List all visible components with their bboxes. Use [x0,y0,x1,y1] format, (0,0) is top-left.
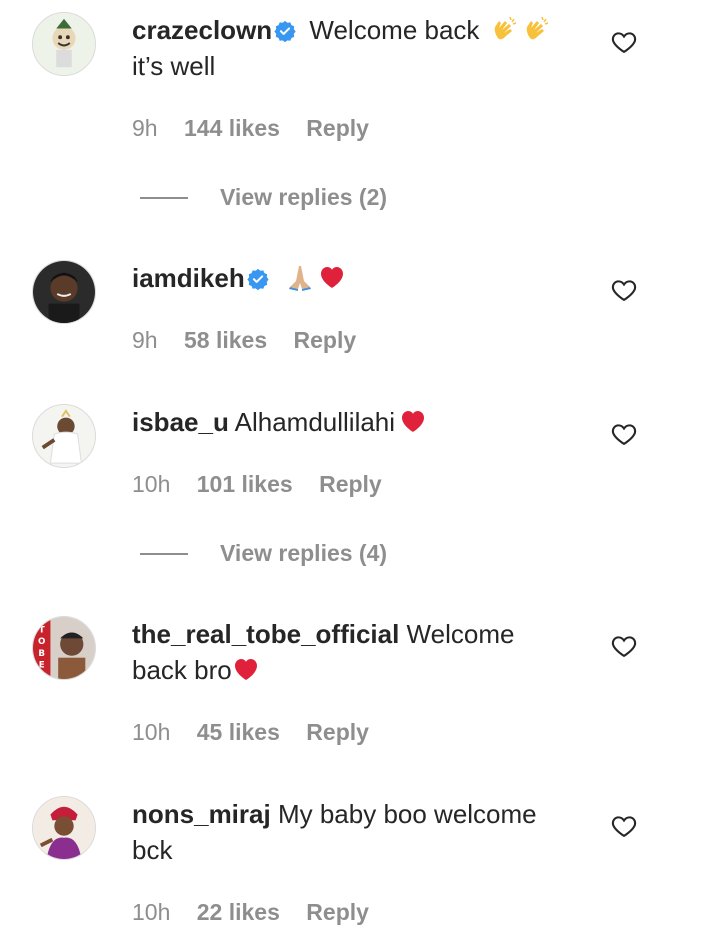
likes-count[interactable]: 58 likes [184,327,267,353]
reply-button[interactable]: Reply [294,327,357,353]
likes-count[interactable]: 22 likes [197,899,280,925]
clapping-hands-icon [523,15,551,43]
comment-body: crazeclown Welcome back it’s well [132,12,582,84]
svg-text:B: B [38,649,45,659]
comment-text: Alhamdullilahi [234,407,396,437]
svg-text:E: E [39,660,45,670]
avatar[interactable] [32,404,96,468]
heart-outline-icon[interactable] [610,276,638,304]
avatar[interactable] [32,260,96,324]
username[interactable]: isbae_u [132,407,229,437]
red-heart-icon [318,263,346,291]
username[interactable]: nons_miraj [132,799,271,829]
folded-hands-icon [286,263,314,291]
comment-meta: 9h 144 likes Reply [132,114,389,142]
avatar[interactable] [32,796,96,860]
comment-body: iamdikeh [132,260,582,296]
replies-divider [140,553,188,555]
comment-text-line2: bck [132,835,173,865]
svg-text:T: T [39,626,45,636]
heart-outline-icon[interactable] [610,420,638,448]
likes-count[interactable]: 101 likes [197,471,293,497]
comment-text-line2: it’s well [132,51,216,81]
svg-text:O: O [38,637,45,647]
view-replies-label[interactable]: View replies (4) [220,538,387,568]
verified-badge-icon [274,20,296,42]
reply-button[interactable]: Reply [319,471,382,497]
comment-time: 10h [132,471,171,497]
replies-divider [140,197,188,199]
comment-body: isbae_u Alhamdullilahi [132,404,582,440]
comment-text: My baby boo welcome [277,799,537,829]
verified-badge-icon [247,268,269,290]
clapping-hands-icon [491,15,519,43]
reply-button[interactable]: Reply [306,115,369,141]
username[interactable]: crazeclown [132,15,272,45]
heart-outline-icon[interactable] [610,812,638,840]
comment-meta: 10h 101 likes Reply [132,470,402,498]
comment-time: 10h [132,719,171,745]
comment-text-line2: back bro [132,655,232,685]
avatar[interactable]: TOBE [32,616,96,680]
view-replies-label[interactable]: View replies (2) [220,182,387,212]
comment-body: nons_miraj My baby boo welcome bck [132,796,582,868]
avatar[interactable] [32,12,96,76]
reply-button[interactable]: Reply [306,719,369,745]
comment-time: 9h [132,327,158,353]
comment-time: 10h [132,899,171,925]
comment-meta: 9h 58 likes Reply [132,326,376,354]
username[interactable]: the_real_tobe_official [132,619,399,649]
comment-body: the_real_tobe_official Welcome back bro [132,616,582,688]
username[interactable]: iamdikeh [132,263,245,293]
comment-time: 9h [132,115,158,141]
likes-count[interactable]: 144 likes [184,115,280,141]
red-heart-icon [399,407,427,435]
reply-button[interactable]: Reply [306,899,369,925]
comment-text: Welcome back [309,15,480,45]
comment-meta: 10h 22 likes Reply [132,898,389,926]
likes-count[interactable]: 45 likes [197,719,280,745]
red-heart-icon [232,655,260,683]
comment-meta: 10h 45 likes Reply [132,718,389,746]
heart-outline-icon[interactable] [610,632,638,660]
heart-outline-icon[interactable] [610,28,638,56]
comment-text: Welcome [406,619,515,649]
